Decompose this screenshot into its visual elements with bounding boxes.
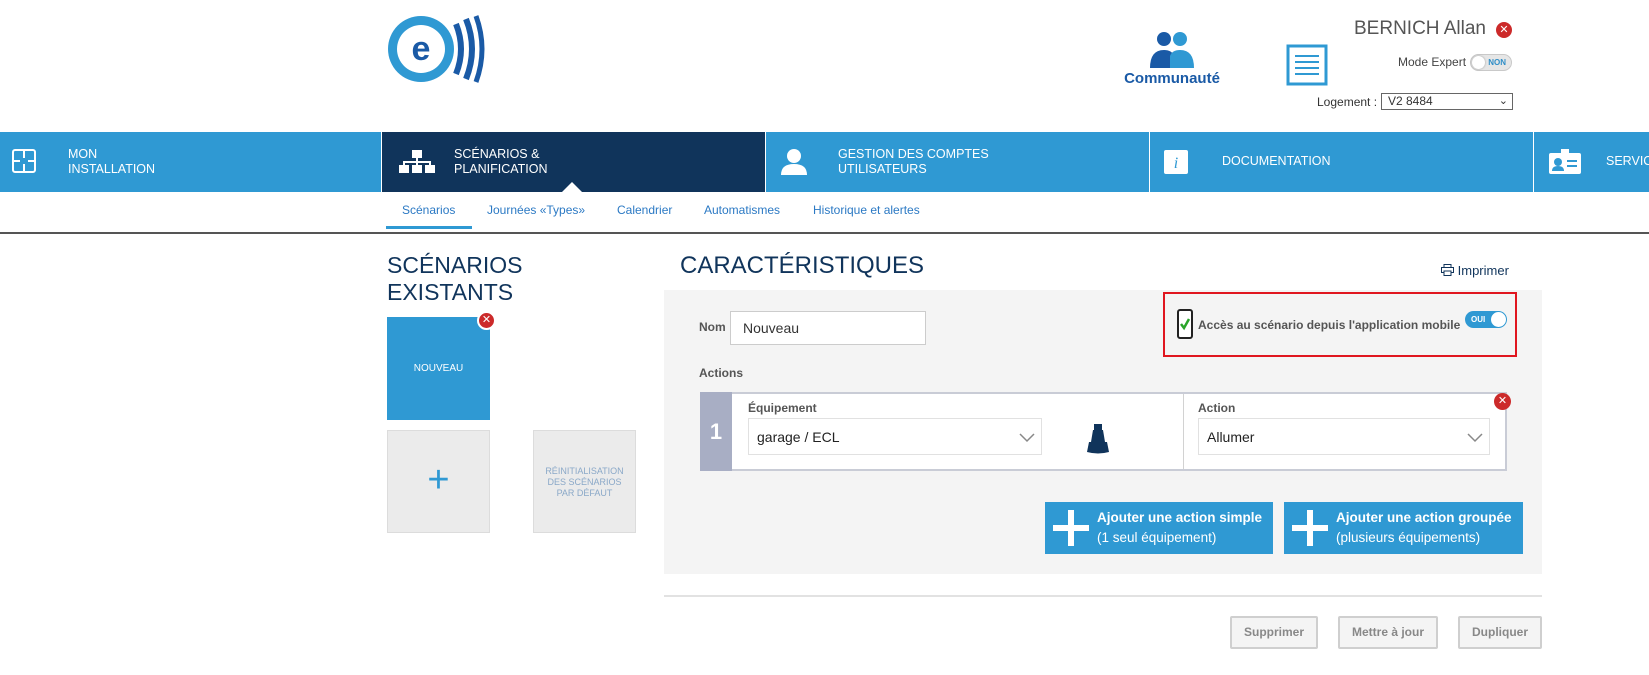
subnav-calendrier[interactable]: Calendrier (617, 203, 672, 217)
svg-text:e: e (412, 30, 431, 68)
nav-label: DOCUMENTATION (1222, 154, 1331, 168)
scenario-network-icon (399, 150, 435, 173)
action-select[interactable]: Allumer (1198, 418, 1490, 455)
update-button[interactable]: Mettre à jour (1338, 616, 1438, 649)
nav-label: MON INSTALLATION (68, 147, 156, 176)
toggle-knob (1491, 312, 1506, 327)
subnav-journees-types[interactable]: Journées «Types» (487, 203, 585, 217)
delete-button[interactable]: Supprimer (1230, 616, 1318, 649)
caracteristiques-title: CARACTÉRISTIQUES (680, 252, 925, 279)
logement-select[interactable]: V2 8484 ⌄ (1381, 93, 1513, 110)
nav-label: GESTION DES COMPTES UTILISATEURS (838, 147, 989, 176)
equipment-label: Équipement (748, 401, 817, 415)
add-group-subtitle: (plusieurs équipements) (1336, 530, 1481, 545)
toggle-knob (1472, 56, 1485, 69)
nom-label: Nom (699, 320, 726, 334)
reset-label-line: PAR DÉFAUT (556, 488, 613, 498)
scenario-name-input[interactable]: Nouveau (730, 311, 926, 345)
subnav-historique[interactable]: Historique et alertes (813, 203, 920, 217)
reset-label-line: RÉINITIALISATION (545, 466, 624, 476)
actions-label: Actions (699, 366, 744, 380)
nav-gestion-comptes[interactable]: GESTION DES COMPTES UTILISATEURS (766, 132, 1150, 192)
printer-icon (1441, 264, 1454, 276)
subnav-automatismes[interactable]: Automatismes (704, 203, 780, 217)
plus-icon (1053, 510, 1089, 546)
add-simple-action-button[interactable]: Ajouter une action simple (1 seul équipe… (1045, 502, 1273, 554)
id-card-icon (1549, 149, 1581, 174)
nav-active-caret (562, 182, 582, 192)
scenario-card-nouveau[interactable]: NOUVEAU (387, 317, 490, 420)
subnav-divider (0, 232, 1649, 234)
nav-label: SERVIC (1606, 154, 1649, 168)
logement-value: V2 8484 (1388, 94, 1433, 108)
equipment-select[interactable]: garage / ECL (748, 418, 1042, 455)
action-value: Allumer (1207, 429, 1255, 445)
delete-scenario-icon[interactable]: ✕ (477, 311, 496, 330)
svg-text:i: i (1174, 155, 1178, 172)
duplicate-button[interactable]: Dupliquer (1458, 616, 1542, 649)
bottom-divider (664, 595, 1542, 597)
reset-label-line: DES SCÉNARIOS (547, 477, 622, 487)
document-list-button[interactable] (1286, 44, 1328, 86)
main-nav: MON INSTALLATION SCÉNARIOS & PLANIFICATI… (0, 132, 1649, 192)
chevron-down-icon (1467, 433, 1483, 443)
community-link[interactable]: Communauté (1116, 30, 1228, 88)
existing-scenarios-title: SCÉNARIOS EXISTANTS (387, 252, 522, 306)
equipment-value: garage / ECL (757, 429, 840, 445)
chevron-down-icon: ⌄ (1498, 95, 1508, 107)
add-group-title: Ajouter une action groupée (1336, 510, 1512, 525)
print-button[interactable]: Imprimer (1441, 263, 1509, 278)
delete-action-icon[interactable]: ✕ (1494, 393, 1511, 410)
action-number: 1 (700, 392, 732, 471)
floorplan-icon (12, 149, 36, 173)
add-simple-title: Ajouter une action simple (1097, 510, 1263, 525)
user-name: BERNICH Allan (1354, 18, 1486, 39)
app-logo: e (386, 14, 488, 84)
print-label: Imprimer (1457, 263, 1509, 278)
lamp-icon (1087, 424, 1109, 454)
document-list-icon (1286, 44, 1328, 86)
mode-expert-label: Mode Expert (1398, 55, 1467, 69)
mode-toggle-text: NON (1488, 58, 1506, 67)
community-label: Communauté (1124, 70, 1220, 87)
info-icon: i (1164, 150, 1188, 174)
title-line: EXISTANTS (387, 279, 514, 305)
add-simple-subtitle: (1 seul équipement) (1097, 530, 1217, 545)
subnav-active-underline (386, 226, 472, 229)
mobile-toggle-text: OUI (1471, 315, 1486, 324)
subnav-scenarios[interactable]: Scénarios (402, 203, 455, 217)
mode-expert-toggle[interactable]: NON (1470, 54, 1512, 71)
action-divider (1183, 394, 1184, 469)
nav-documentation[interactable]: i DOCUMENTATION (1150, 132, 1534, 192)
nav-label: SCÉNARIOS & PLANIFICATION (454, 147, 548, 176)
smartphone-check-icon (1177, 309, 1193, 339)
chevron-down-icon (1019, 433, 1035, 443)
action-label: Action (1198, 401, 1236, 415)
mobile-access-label: Accès au scénario depuis l'application m… (1198, 318, 1461, 332)
logement-label: Logement : (1317, 95, 1378, 109)
nav-mon-installation[interactable]: MON INSTALLATION (0, 132, 382, 192)
add-scenario-button[interactable]: + (387, 430, 490, 533)
plus-icon (1292, 510, 1328, 546)
add-group-action-button[interactable]: Ajouter une action groupée (plusieurs éq… (1284, 502, 1523, 554)
nav-services[interactable]: SERVIC (1534, 132, 1649, 192)
community-people-icon (1150, 32, 1194, 68)
title-line: SCÉNARIOS (387, 252, 523, 278)
reset-default-scenarios-button[interactable]: RÉINITIALISATION DES SCÉNARIOS PAR DÉFAU… (533, 430, 636, 533)
user-icon (781, 149, 807, 175)
mobile-access-toggle[interactable]: OUI (1465, 311, 1507, 328)
logout-close-icon[interactable]: ✕ (1496, 22, 1512, 38)
